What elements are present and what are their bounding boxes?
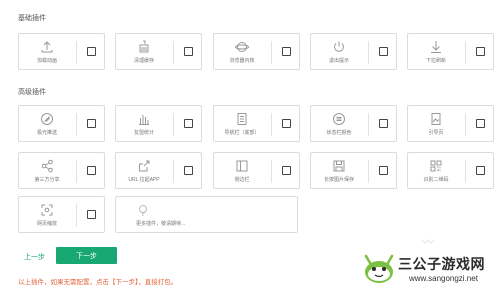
divider: [465, 113, 466, 136]
plugin-label: 浏览器内核: [229, 58, 255, 64]
plugin-card-third-party-share[interactable]: 第三方分享: [18, 152, 105, 189]
divider: [368, 41, 369, 64]
plugin-label: 退出提示: [328, 58, 349, 64]
section-title-basic: 基础插件: [18, 15, 46, 22]
plugin-card-umeng-stats[interactable]: 友盟统计: [115, 105, 202, 142]
watermark-site-url: www.sangongzi.net: [409, 274, 478, 283]
plugin-checkbox[interactable]: [282, 166, 291, 175]
divider: [465, 41, 466, 64]
prev-step-link[interactable]: 上一步: [24, 252, 45, 262]
document-icon: [214, 111, 270, 127]
plugin-checkbox[interactable]: [476, 166, 485, 175]
divider: [368, 160, 369, 183]
plugin-checkbox[interactable]: [184, 119, 193, 128]
plugin-checkbox[interactable]: [87, 119, 96, 128]
divider: [173, 160, 174, 183]
plugin-checkbox[interactable]: [379, 119, 388, 128]
status-bar-icon: [311, 111, 367, 127]
plugin-label: 第三方分享: [34, 177, 60, 183]
divider: [271, 160, 272, 183]
plugin-card-loading-animation[interactable]: 加载动画: [18, 33, 105, 70]
plugin-card-exit-prompt[interactable]: 退出提示: [310, 33, 397, 70]
aurora-push-icon: [19, 111, 75, 127]
plugin-card-status-bar-color[interactable]: 状态栏颜色: [310, 105, 397, 142]
plugin-label: 更多插件，敬请期待...: [136, 221, 186, 227]
divider: [76, 41, 77, 64]
divider: [173, 113, 174, 136]
plugin-checkbox[interactable]: [184, 47, 193, 56]
plugin-card-page-zoom[interactable]: 网页缩放: [18, 196, 105, 233]
upload-arrow-icon: [19, 39, 75, 55]
plugin-label: 长按图片保存: [323, 177, 354, 183]
qr-code-icon: [408, 158, 464, 174]
plugin-checkbox[interactable]: [379, 47, 388, 56]
plugin-checkbox[interactable]: [282, 47, 291, 56]
plugin-label: URL 拉起APP: [128, 177, 160, 183]
plugin-label: 友盟统计: [133, 130, 154, 136]
guide-image-icon: [408, 111, 464, 127]
pull-down-arrow-icon: [408, 39, 464, 55]
clean-cache-icon: [116, 39, 172, 55]
plugin-card-bottom-nav[interactable]: 导航栏（底部）: [213, 105, 300, 142]
plugin-checkbox[interactable]: [87, 47, 96, 56]
plugin-checkbox[interactable]: [379, 166, 388, 175]
plugin-checkbox[interactable]: [184, 166, 193, 175]
power-icon: [311, 39, 367, 55]
section-title-advanced: 高级插件: [18, 89, 46, 96]
bar-chart-icon: [116, 111, 172, 127]
plugin-card-pull-refresh[interactable]: 下拉刷新: [407, 33, 494, 70]
plugin-checkbox[interactable]: [282, 119, 291, 128]
plugin-checkbox[interactable]: [87, 210, 96, 219]
divider: [76, 160, 77, 183]
divider: [368, 113, 369, 136]
divider: [271, 113, 272, 136]
lightbulb-icon: [136, 202, 152, 218]
plugin-checkbox[interactable]: [476, 47, 485, 56]
plugin-label: 识别二维码: [423, 177, 449, 183]
divider: [271, 41, 272, 64]
plugin-label: 下拉刷新: [425, 58, 446, 64]
plugin-card-qr-recognize[interactable]: 识别二维码: [407, 152, 494, 189]
browser-kernel-icon: [214, 39, 270, 55]
zoom-frame-icon: [19, 202, 75, 218]
plugin-label: 引导页: [428, 130, 444, 136]
chevron-down-icon: [421, 233, 435, 251]
divider: [173, 41, 174, 64]
plugin-card-sidebar[interactable]: 侧边栏: [213, 152, 300, 189]
plugin-label: 极光推送: [36, 130, 57, 136]
plugin-label: 导航栏（底部）: [224, 130, 260, 136]
sidebar-icon: [214, 158, 270, 174]
plugin-label: 状态栏颜色: [326, 130, 352, 136]
plugin-label: 清理缓存: [133, 58, 154, 64]
plugin-card-url-launch-app[interactable]: URL 拉起APP: [115, 152, 202, 189]
divider: [76, 113, 77, 136]
plugin-card-clean-cache[interactable]: 清理缓存: [115, 33, 202, 70]
plugin-card-browser-kernel[interactable]: 浏览器内核: [213, 33, 300, 70]
plugin-label: 网页缩放: [36, 221, 57, 227]
plugin-card-more-coming: 更多插件，敬请期待...: [115, 196, 298, 233]
divider: [465, 160, 466, 183]
hint-text: 以上插件，如果无需配置，点击【下一步】，直接打包。: [18, 279, 178, 286]
plugin-label: 侧边栏: [234, 177, 250, 183]
export-icon: [116, 158, 172, 174]
plugin-label: 加载动画: [36, 58, 57, 64]
plugin-checkbox[interactable]: [476, 119, 485, 128]
next-step-button[interactable]: 下一步: [56, 247, 117, 264]
plugin-card-guide-page[interactable]: 引导页: [407, 105, 494, 142]
plugin-card-long-press-save[interactable]: 长按图片保存: [310, 152, 397, 189]
plugin-checkbox[interactable]: [87, 166, 96, 175]
watermark-site-name: 三公子游戏网: [398, 256, 485, 272]
watermark-logo-icon: [362, 251, 396, 290]
save-icon: [311, 158, 367, 174]
divider: [76, 204, 77, 227]
plugin-card-aurora-push[interactable]: 极光推送: [18, 105, 105, 142]
share-icon: [19, 158, 75, 174]
